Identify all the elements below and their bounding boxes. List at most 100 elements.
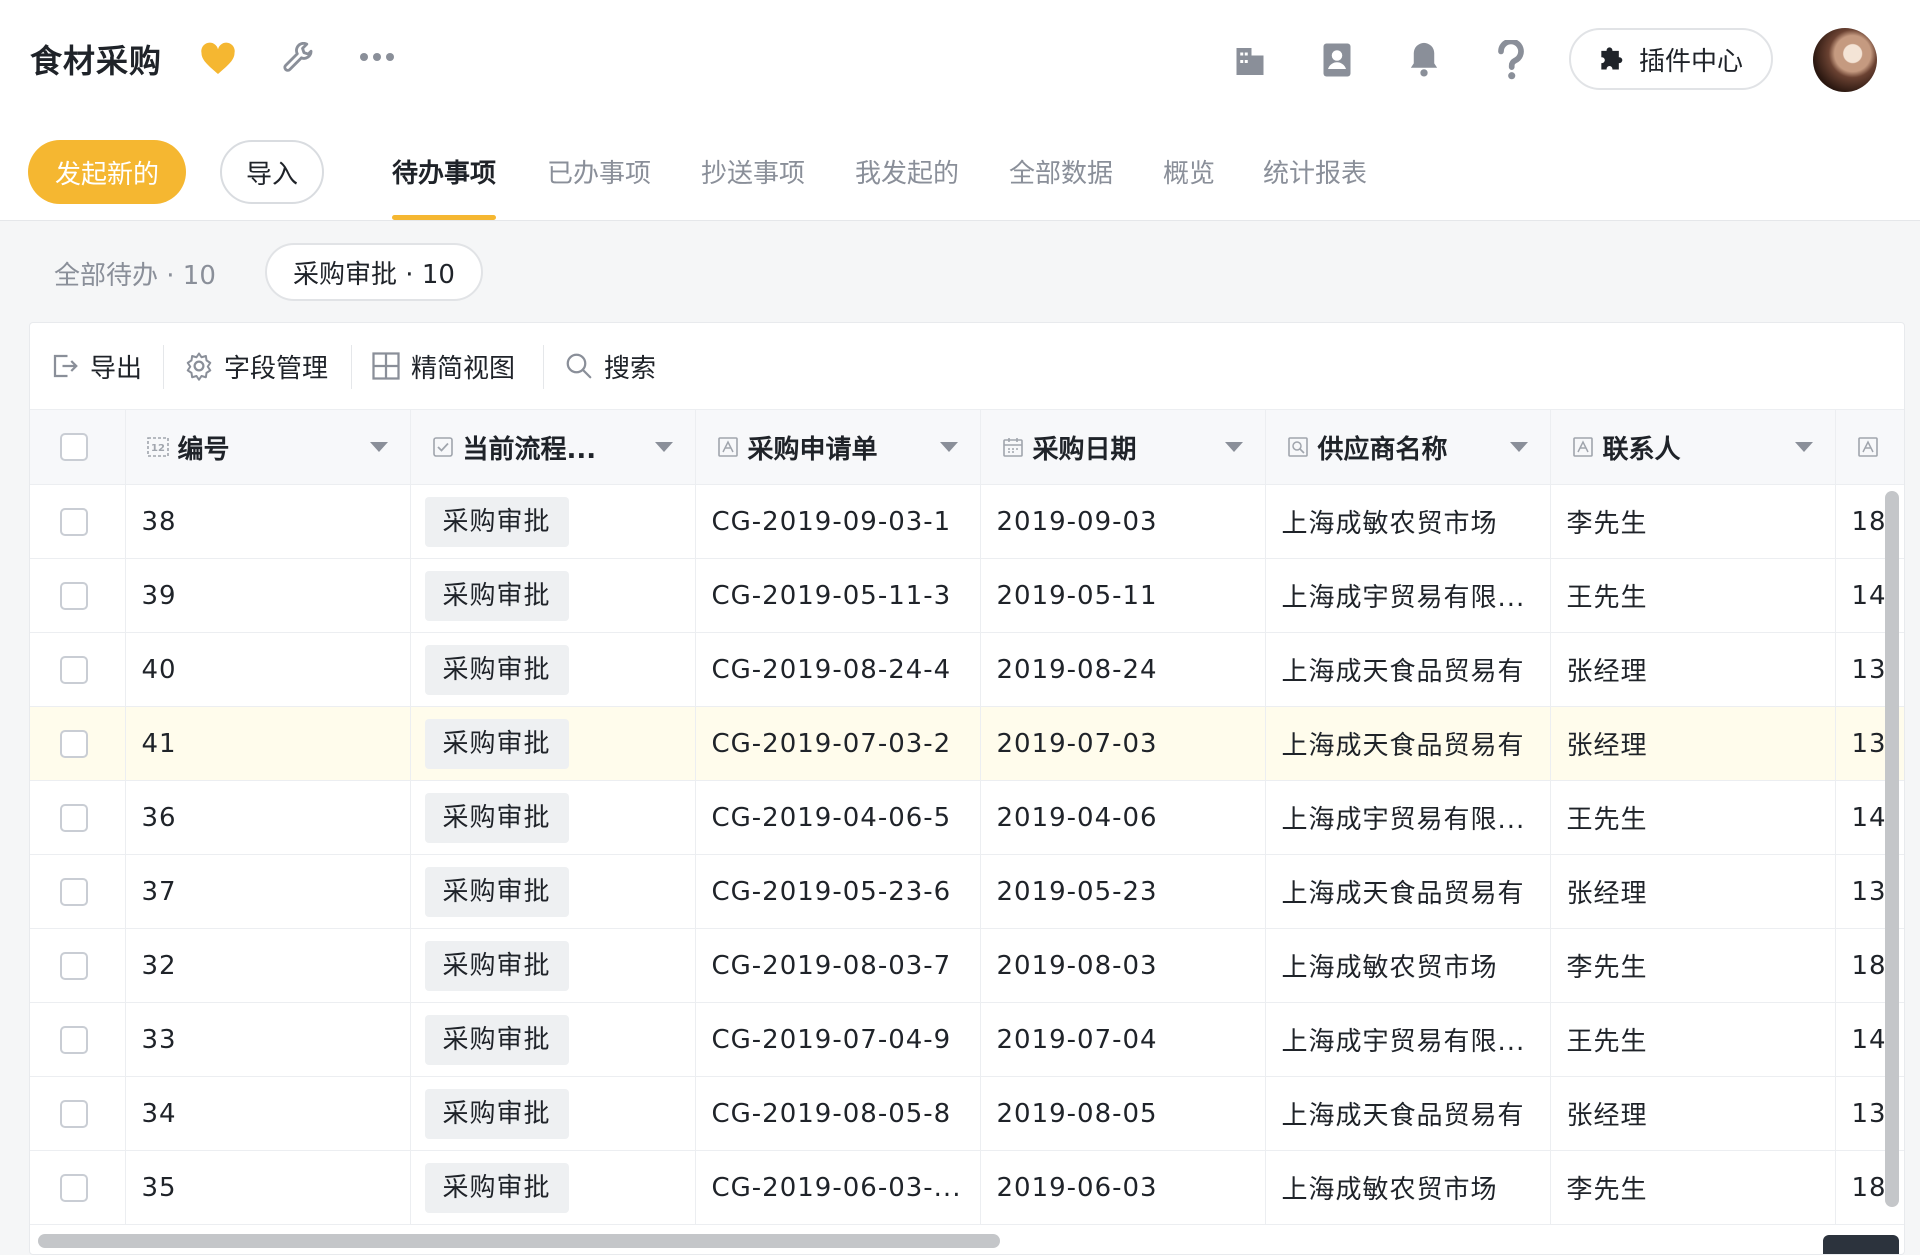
column-header-contact[interactable]: 联系人: [1550, 409, 1836, 485]
import-button[interactable]: 导入: [220, 140, 324, 204]
table-row[interactable]: 36 采购审批 CG-2019-04-06-5 2019-04-06 上海成宇贸易有限.…: [30, 780, 1904, 855]
supplier-cell[interactable]: 上海成宇贸易有限...: [1265, 1002, 1551, 1077]
contact-cell[interactable]: 张经理: [1550, 854, 1836, 929]
tab-cc[interactable]: 抄送事项: [701, 123, 805, 220]
id-cell[interactable]: 41: [125, 706, 411, 781]
table-row[interactable]: 40 采购审批 CG-2019-08-24-4 2019-08-24 上海成天食品贸易有…: [30, 632, 1904, 707]
stage-cell[interactable]: 采购审批: [410, 1150, 696, 1225]
stage-cell[interactable]: 采购审批: [410, 928, 696, 1003]
table-row[interactable]: 33 采购审批 CG-2019-07-04-9 2019-07-04 上海成宇贸易有限.…: [30, 1002, 1904, 1077]
stage-cell[interactable]: 采购审批: [410, 1002, 696, 1077]
id-cell[interactable]: 36: [125, 780, 411, 855]
tab-all-data[interactable]: 全部数据: [1009, 123, 1113, 220]
date-cell[interactable]: 2019-05-11: [980, 558, 1266, 633]
order-cell[interactable]: CG-2019-07-03-2: [695, 706, 981, 781]
row-checkbox[interactable]: [60, 507, 88, 536]
wrench-icon[interactable]: [282, 42, 316, 76]
table-row[interactable]: 34 采购审批 CG-2019-08-05-8 2019-08-05 上海成天食品贸易有…: [30, 1076, 1904, 1151]
contact-cell[interactable]: 张经理: [1550, 1076, 1836, 1151]
date-cell[interactable]: 2019-08-03: [980, 928, 1266, 1003]
new-request-button[interactable]: 发起新的: [28, 140, 186, 204]
tab-done[interactable]: 已办事项: [547, 123, 651, 220]
contact-cell[interactable]: 张经理: [1550, 706, 1836, 781]
stage-cell[interactable]: 采购审批: [410, 558, 696, 633]
more-icon[interactable]: [358, 50, 396, 64]
id-cell[interactable]: 33: [125, 1002, 411, 1077]
supplier-cell[interactable]: 上海成敏农贸市场: [1265, 928, 1551, 1003]
tab-overview[interactable]: 概览: [1163, 123, 1215, 220]
supplier-cell[interactable]: 上海成敏农贸市场: [1265, 1150, 1551, 1225]
table-row[interactable]: 35 采购审批 CG-2019-06-03-... 2019-06-03 上海成敏农贸市…: [30, 1150, 1904, 1225]
order-cell[interactable]: CG-2019-05-11-3: [695, 558, 981, 633]
id-cell[interactable]: 34: [125, 1076, 411, 1151]
horizontal-scrollbar[interactable]: [38, 1234, 1000, 1248]
id-cell[interactable]: 40: [125, 632, 411, 707]
filter-purchase-approval[interactable]: 采购审批 · 10: [265, 243, 483, 301]
order-cell[interactable]: CG-2019-08-05-8: [695, 1076, 981, 1151]
tab-reports[interactable]: 统计报表: [1263, 123, 1367, 220]
date-cell[interactable]: 2019-05-23: [980, 854, 1266, 929]
sort-caret-icon[interactable]: [1794, 442, 1813, 452]
row-checkbox[interactable]: [60, 951, 88, 980]
supplier-cell[interactable]: 上海成宇贸易有限...: [1265, 780, 1551, 855]
row-checkbox[interactable]: [60, 729, 88, 758]
contacts-icon[interactable]: [1320, 42, 1354, 78]
id-cell[interactable]: 37: [125, 854, 411, 929]
order-cell[interactable]: CG-2019-09-03-1: [695, 484, 981, 559]
sort-caret-icon[interactable]: [1509, 442, 1528, 452]
contact-cell[interactable]: 李先生: [1550, 928, 1836, 1003]
stage-cell[interactable]: 采购审批: [410, 780, 696, 855]
table-row[interactable]: 41 采购审批 CG-2019-07-03-2 2019-07-03 上海成天食品贸易有…: [30, 706, 1904, 781]
stage-cell[interactable]: 采购审批: [410, 854, 696, 929]
stage-cell[interactable]: 采购审批: [410, 484, 696, 559]
plugin-center-button[interactable]: 插件中心: [1569, 28, 1773, 90]
stage-cell[interactable]: 采购审批: [410, 706, 696, 781]
select-all-checkbox[interactable]: [60, 433, 88, 461]
stage-cell[interactable]: 采购审批: [410, 1076, 696, 1151]
sort-caret-icon[interactable]: [654, 442, 673, 452]
supplier-cell[interactable]: 上海成天食品贸易有: [1265, 854, 1551, 929]
column-header-stage[interactable]: 当前流程...: [410, 409, 696, 485]
contact-cell[interactable]: 李先生: [1550, 1150, 1836, 1225]
search-button[interactable]: 搜索: [564, 323, 656, 409]
row-checkbox[interactable]: [60, 803, 88, 832]
contact-cell[interactable]: 王先生: [1550, 558, 1836, 633]
stage-cell[interactable]: 采购审批: [410, 632, 696, 707]
vertical-scrollbar[interactable]: [1885, 491, 1899, 1207]
table-row[interactable]: 39 采购审批 CG-2019-05-11-3 2019-05-11 上海成宇贸易有限.…: [30, 558, 1904, 633]
bell-icon[interactable]: [1406, 40, 1442, 78]
supplier-cell[interactable]: 上海成天食品贸易有: [1265, 706, 1551, 781]
export-button[interactable]: 导出: [50, 323, 142, 409]
building-icon[interactable]: [1232, 42, 1268, 78]
tab-initiated[interactable]: 我发起的: [855, 123, 959, 220]
column-header-id[interactable]: 12 编号: [125, 409, 411, 485]
filter-all-pending[interactable]: 全部待办 · 10: [54, 255, 216, 292]
help-icon[interactable]: [1496, 40, 1526, 80]
corner-handle[interactable]: [1823, 1235, 1899, 1254]
date-cell[interactable]: 2019-07-04: [980, 1002, 1266, 1077]
supplier-cell[interactable]: 上海成天食品贸易有: [1265, 632, 1551, 707]
row-checkbox[interactable]: [60, 1173, 88, 1202]
heart-icon[interactable]: [200, 42, 236, 76]
date-cell[interactable]: 2019-09-03: [980, 484, 1266, 559]
date-cell[interactable]: 2019-04-06: [980, 780, 1266, 855]
sort-caret-icon[interactable]: [369, 442, 388, 452]
contact-cell[interactable]: 王先生: [1550, 1002, 1836, 1077]
supplier-cell[interactable]: 上海成宇贸易有限...: [1265, 558, 1551, 633]
order-cell[interactable]: CG-2019-07-04-9: [695, 1002, 981, 1077]
supplier-cell[interactable]: 上海成天食品贸易有: [1265, 1076, 1551, 1151]
column-header-order[interactable]: 采购申请单: [695, 409, 981, 485]
date-cell[interactable]: 2019-06-03: [980, 1150, 1266, 1225]
order-cell[interactable]: CG-2019-05-23-6: [695, 854, 981, 929]
date-cell[interactable]: 2019-07-03: [980, 706, 1266, 781]
date-cell[interactable]: 2019-08-24: [980, 632, 1266, 707]
column-header-phone[interactable]: [1835, 409, 1904, 485]
sort-caret-icon[interactable]: [1224, 442, 1243, 452]
contact-cell[interactable]: 李先生: [1550, 484, 1836, 559]
compact-view-button[interactable]: 精简视图: [371, 323, 515, 409]
row-checkbox[interactable]: [60, 1099, 88, 1128]
supplier-cell[interactable]: 上海成敏农贸市场: [1265, 484, 1551, 559]
row-checkbox[interactable]: [60, 877, 88, 906]
sort-caret-icon[interactable]: [939, 442, 958, 452]
order-cell[interactable]: CG-2019-08-24-4: [695, 632, 981, 707]
